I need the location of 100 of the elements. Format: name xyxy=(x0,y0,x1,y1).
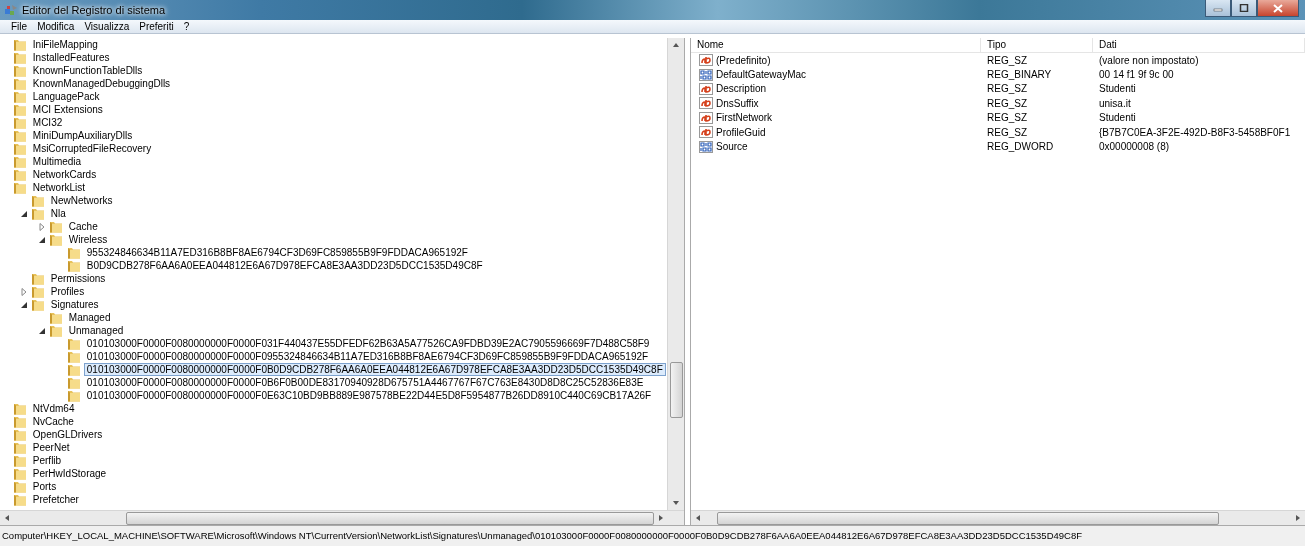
maximize-icon xyxy=(1239,4,1249,12)
tree-item[interactable]: B0D9CDB278F6AA6A0EEA044812E6A67D978EFCA8E3AA3DD23D5DCC1535D49C8F xyxy=(83,259,486,272)
tree-item[interactable]: 955324846634B11A7ED316B8BF8AE6794CF3D69FC859855B9F9FDDACA965192F xyxy=(83,246,471,259)
value-type: REG_SZ xyxy=(987,97,1027,109)
value-data: Studenti xyxy=(1099,112,1136,124)
folder-icon xyxy=(66,363,81,376)
tree-item[interactable]: KnownFunctionTableDlls xyxy=(29,64,146,77)
menu-item[interactable]: Modifica xyxy=(32,20,80,33)
folder-icon xyxy=(30,272,45,285)
string-value-icon xyxy=(699,126,713,139)
value-name: Source xyxy=(716,141,748,153)
tree-item[interactable]: MsiCorruptedFileRecovery xyxy=(29,142,155,155)
value-name: (Predefinito) xyxy=(716,54,771,66)
tree-item[interactable]: LanguagePack xyxy=(29,90,103,103)
tree-item[interactable]: Nla xyxy=(47,207,69,220)
folder-icon xyxy=(48,324,63,337)
value-name: FirstNetwork xyxy=(716,112,773,124)
tree-item[interactable]: 010103000F0000F0080000000F0000F0E63C10BD9BB889E987578BE22D44E5D8F5954877B26DD8910C440C69CB17A26F xyxy=(83,389,655,402)
value-data: unisa.it xyxy=(1099,97,1131,109)
tree-item[interactable]: Multimedia xyxy=(29,155,85,168)
scroll-thumb[interactable] xyxy=(669,362,683,418)
folder-icon xyxy=(30,285,45,298)
tree-item[interactable]: 010103000F0000F0080000000F0000F0B6F0B00DE83170940928D675751A4467767F67C763E8430D8D8C25C52836E83E xyxy=(83,376,647,389)
menu-item[interactable]: ? xyxy=(178,20,195,33)
tree-item[interactable]: NtVdm64 xyxy=(29,402,78,415)
value-name: ProfileGuid xyxy=(716,126,766,138)
folder-icon xyxy=(12,155,27,168)
tree-item[interactable]: Managed xyxy=(65,311,114,324)
menu-item[interactable]: Visualizza xyxy=(79,20,135,33)
folder-icon xyxy=(12,38,27,51)
tree-item[interactable]: 010103000F0000F0080000000F0000F0B0D9CDB278F6AA6A0EEA044812E6A67D978EFCA8E3AA3DD23D5DCC1535D49C8F xyxy=(83,363,666,376)
folder-icon xyxy=(12,64,27,77)
value-name: DefaultGatewayMac xyxy=(716,69,807,81)
close-button[interactable] xyxy=(1257,0,1299,17)
binary-value-icon xyxy=(699,68,713,81)
tree-item[interactable]: Perflib xyxy=(29,454,65,467)
menu-item[interactable]: Preferiti xyxy=(134,20,179,33)
string-value-icon xyxy=(699,97,713,110)
value-type: REG_DWORD xyxy=(987,141,1054,153)
value-data: Studenti xyxy=(1099,83,1136,95)
folder-icon xyxy=(12,116,27,129)
folder-icon xyxy=(12,480,27,493)
value-type: REG_SZ xyxy=(987,54,1027,66)
folder-icon xyxy=(12,441,27,454)
column-header[interactable]: Nome xyxy=(691,38,981,52)
folder-icon xyxy=(30,194,45,207)
column-header[interactable]: Dati xyxy=(1093,38,1305,52)
tree-item[interactable]: PerHwIdStorage xyxy=(29,467,110,480)
folder-icon xyxy=(12,402,27,415)
scroll-thumb[interactable] xyxy=(717,511,1219,525)
value-type: REG_SZ xyxy=(987,83,1027,95)
folder-icon xyxy=(66,376,81,389)
value-data: {B7B7C0EA-3F2E-492D-B8F3-5458BF0F1 xyxy=(1099,126,1291,138)
value-name: DnsSuffix xyxy=(716,97,759,109)
tree-item[interactable]: InstalledFeatures xyxy=(29,51,113,64)
folder-icon xyxy=(30,298,45,311)
maximize-button[interactable] xyxy=(1231,0,1257,17)
folder-icon xyxy=(12,142,27,155)
tree-item[interactable]: Signatures xyxy=(47,298,102,311)
value-type: REG_SZ xyxy=(987,126,1027,138)
tree-item[interactable]: 010103000F0000F0080000000F0000F031F440437E55DFEDF62B63A5A77526CA9FDBD39E2AC7905596669F7D488C58F9 xyxy=(83,337,653,350)
tree-item[interactable]: IniFileMapping xyxy=(29,38,101,51)
tree-item[interactable]: Ports xyxy=(29,480,60,493)
tree-item[interactable]: NvCache xyxy=(29,415,77,428)
tree-item[interactable]: 010103000F0000F0080000000F0000F0955324846634B11A7ED316B8BF8AE6794CF3D69FC859855B9F9FDDACA965192F xyxy=(83,350,652,363)
value-type: REG_BINARY xyxy=(987,69,1052,81)
folder-icon xyxy=(12,90,27,103)
status-bar: Computer\HKEY_LOCAL_MACHINE\SOFTWARE\Microsoft\Windows NT\CurrentVersion\NetworkList\Signatures\Unmanaged\010103000F0000F0080000000F0000F0B0D9CDB278F6AA6A0EEA044812E6A67D978EFCA8E3AA3DD23D5DCC1535D49C8F xyxy=(0,525,1305,546)
minimize-button[interactable] xyxy=(1205,0,1231,17)
folder-icon xyxy=(66,337,81,350)
tree-item[interactable]: Profiles xyxy=(47,285,88,298)
folder-icon xyxy=(66,259,81,272)
folder-icon xyxy=(48,220,63,233)
menu-item[interactable]: File xyxy=(6,20,33,33)
tree-item[interactable]: MiniDumpAuxiliaryDlls xyxy=(29,129,136,142)
tree-item[interactable]: MCI Extensions xyxy=(29,103,106,116)
folder-icon xyxy=(66,389,81,402)
tree-item[interactable]: Wireless xyxy=(65,233,111,246)
folder-icon xyxy=(48,233,63,246)
tree-item[interactable]: KnownManagedDebuggingDlls xyxy=(29,77,174,90)
string-value-icon xyxy=(699,111,713,124)
tree-item[interactable]: NewNetworks xyxy=(47,194,116,207)
value-type: REG_SZ xyxy=(987,112,1027,124)
close-icon xyxy=(1273,3,1283,13)
tree-item[interactable]: PeerNet xyxy=(29,441,73,454)
scroll-thumb[interactable] xyxy=(126,511,654,525)
tree-item[interactable]: MCI32 xyxy=(29,116,66,129)
folder-icon xyxy=(12,168,27,181)
tree-item[interactable]: Cache xyxy=(65,220,101,233)
tree-item[interactable]: NetworkCards xyxy=(29,168,100,181)
tree-item[interactable]: Permissions xyxy=(47,272,109,285)
folder-icon xyxy=(48,311,63,324)
window-title: Editor del Registro di sistema xyxy=(22,4,166,16)
folder-icon xyxy=(12,181,27,194)
tree-item[interactable]: Prefetcher xyxy=(29,493,82,506)
column-header[interactable]: Tipo xyxy=(981,38,1093,52)
tree-item[interactable]: Unmanaged xyxy=(65,324,127,337)
tree-item[interactable]: NetworkList xyxy=(29,181,89,194)
folder-icon xyxy=(12,103,27,116)
tree-item[interactable]: OpenGLDrivers xyxy=(29,428,106,441)
